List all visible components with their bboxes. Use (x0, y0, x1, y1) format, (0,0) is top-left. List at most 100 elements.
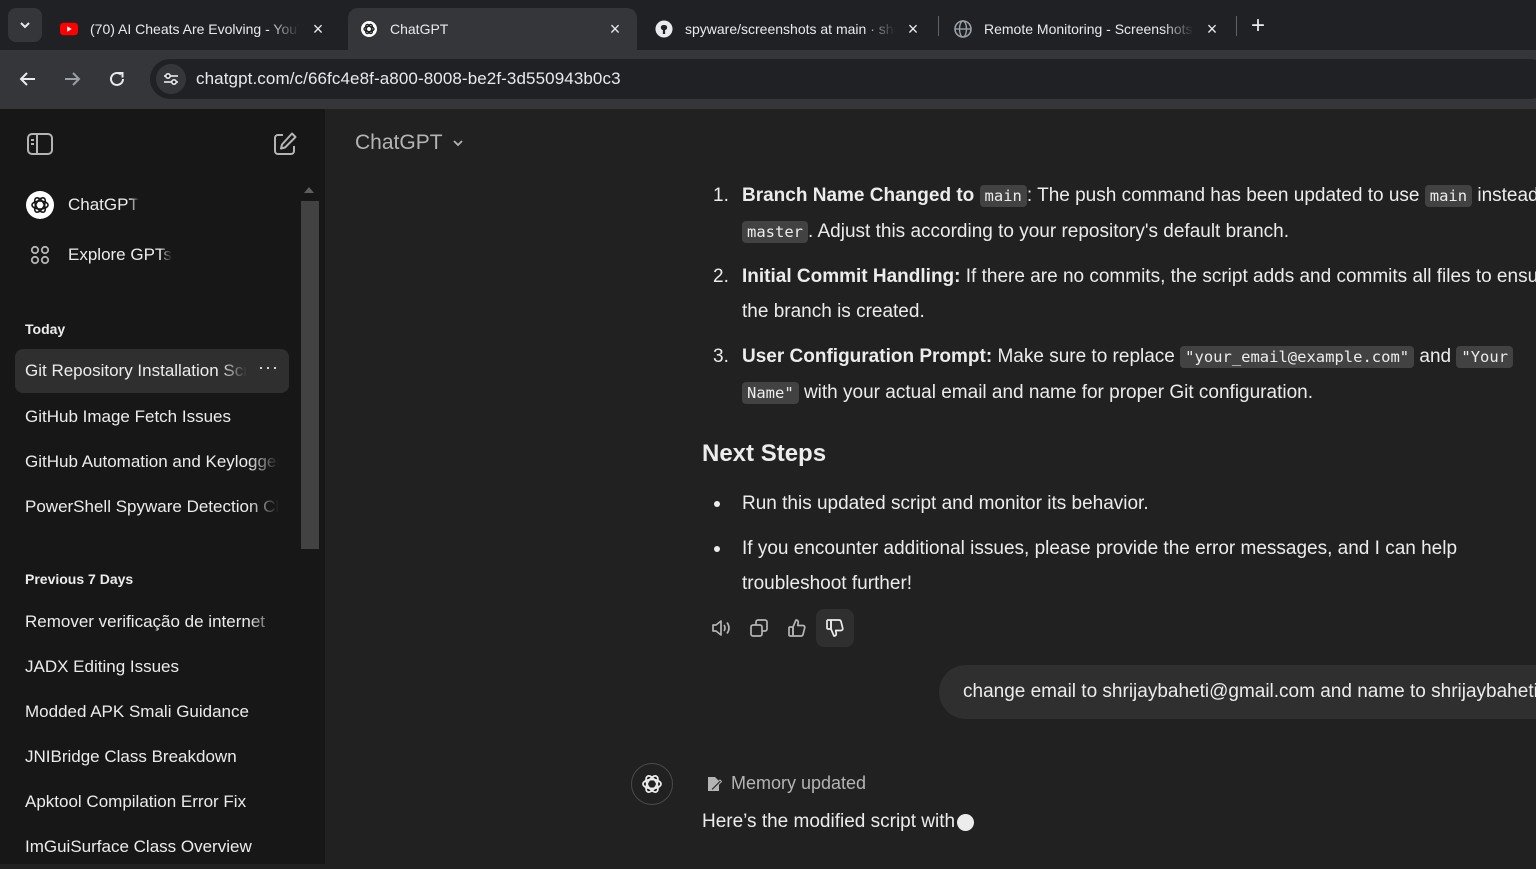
chatgpt-icon (25, 190, 55, 220)
scroll-up-arrow[interactable] (304, 187, 314, 193)
list-line: master. Adjust this according to your re… (742, 214, 1289, 250)
address-bar[interactable]: chatgpt.com/c/66fc4e8f-a800-8008-be2f-3d… (150, 59, 1536, 99)
section-heading: Next Steps (702, 440, 827, 467)
thumbs-down-button[interactable] (816, 609, 854, 647)
tab-close-button[interactable]: × (605, 19, 625, 39)
inline-code: main (1424, 185, 1473, 207)
edit-icon (274, 132, 297, 155)
list-line: Name" with your actual email and name fo… (742, 375, 1313, 411)
assistant-avatar (631, 763, 673, 805)
chat-main: ChatGPT 1. Branch Name Changed to main: … (325, 109, 1536, 864)
message-actions (702, 609, 854, 647)
reload-icon (110, 71, 124, 86)
tab-search-button[interactable] (8, 8, 42, 42)
tab-separator (1236, 16, 1237, 36)
chevron-down-icon (20, 22, 30, 29)
text: the branch is created. (742, 301, 925, 322)
sidebar-scrollbar[interactable] (301, 201, 319, 549)
sidebar-item-label: ChatGPT (68, 195, 139, 214)
sidebar-chat-item[interactable]: GitHub Automation and Keylogger (15, 440, 289, 484)
sidebar-chat-item[interactable]: JNIBridge Class Breakdown (15, 735, 289, 779)
sidebar-chat-item[interactable]: Git Repository Installation Script ··· (15, 349, 289, 393)
chevron-down-icon (452, 140, 463, 147)
tab-close-button[interactable]: × (903, 19, 923, 39)
reload-button[interactable] (100, 62, 134, 96)
sidebar-item-label: GitHub Automation and Keylogger (25, 452, 279, 471)
text: instead of (1477, 185, 1536, 206)
sidebar-chat-item[interactable]: Apktool Compilation Error Fix (15, 780, 289, 824)
copy-button[interactable] (740, 609, 778, 647)
text: Make sure to replace (997, 346, 1175, 367)
section-heading-today: Today (25, 321, 66, 337)
grid-icon (25, 240, 55, 270)
inline-code: "your_email@example.com" (1180, 346, 1415, 368)
copy-icon (750, 619, 768, 637)
sidebar-item-chatgpt[interactable]: ChatGPT (15, 183, 289, 227)
user-message: change email to shrijaybaheti@gmail.com … (939, 665, 1536, 719)
sidebar-chat-item[interactable]: GitHub Image Fetch Issues (15, 395, 289, 439)
sidebar-chat-item[interactable]: Modded APK Smali Guidance (15, 690, 289, 734)
list-number: 2. (713, 266, 729, 287)
bullet-dot (714, 546, 720, 552)
model-label: ChatGPT (355, 131, 443, 154)
tab-title: (70) AI Cheats Are Evolving - YouTube (90, 21, 300, 37)
sidebar-chat-item[interactable]: ImGuiSurface Class Overview (15, 825, 289, 869)
bullet-text: Run this updated script and monitor its … (742, 493, 1149, 514)
new-tab-button[interactable]: + (1244, 12, 1272, 40)
inline-code: "Your (1456, 346, 1514, 368)
thumbs-up-button[interactable] (778, 609, 816, 647)
new-chat-button[interactable] (270, 129, 300, 159)
browser-tab-youtube[interactable]: (70) AI Cheats Are Evolving - YouTube × (48, 8, 340, 50)
tab-close-button[interactable]: × (1202, 19, 1222, 39)
sidebar-chat-item[interactable]: PowerShell Spyware Detection Check (15, 485, 289, 529)
chatgpt-icon (360, 20, 378, 38)
model-selector[interactable]: ChatGPT (355, 131, 465, 155)
tab-title: Remote Monitoring - Screenshots (984, 21, 1193, 37)
youtube-icon (60, 20, 78, 38)
sidebar-item-label: Explore GPTs (68, 245, 172, 264)
sidebar-chat-item[interactable]: JADX Editing Issues (15, 645, 289, 689)
toggle-sidebar-button[interactable] (25, 129, 55, 159)
back-button[interactable] (11, 62, 45, 96)
browser-tab-remote-monitoring[interactable]: Remote Monitoring - Screenshots × (942, 8, 1234, 50)
sidebar-chat-item[interactable]: Remover verificação de internet (15, 600, 289, 644)
tab-title: spyware/screenshots at main · shrijaybah… (685, 21, 895, 37)
chat-options-button[interactable]: ··· (258, 357, 279, 378)
list-line: Initial Commit Handling: If there are no… (742, 259, 1536, 295)
sidebar-item-label: JNIBridge Class Breakdown (25, 747, 237, 766)
sidebar-item-label: GitHub Image Fetch Issues (25, 407, 231, 426)
browser-tab-github[interactable]: spyware/screenshots at main · shrijaybah… (643, 8, 935, 50)
text: with your actual email and name for prop… (803, 382, 1313, 403)
sidebar-item-label: Remover verificação de internet (25, 612, 266, 631)
read-aloud-button[interactable] (702, 609, 740, 647)
tab-close-button[interactable]: × (308, 19, 328, 39)
tune-icon (164, 72, 178, 86)
memory-label: Memory updated (731, 773, 867, 793)
text: . Adjust this according to your reposito… (808, 221, 1289, 242)
speaker-icon (712, 620, 730, 636)
bullet-dot (714, 501, 720, 507)
site-info-button[interactable] (156, 64, 186, 94)
bold-text: User Configuration Prompt: (742, 346, 993, 367)
arrow-right-icon (65, 72, 81, 86)
sidebar-item-explore-gpts[interactable]: Explore GPTs (15, 233, 289, 277)
bold-text: Branch Name Changed to (742, 185, 975, 206)
forward-button[interactable] (55, 62, 89, 96)
thumbs-up-icon (788, 619, 806, 637)
inline-code: master (742, 221, 808, 243)
thumbs-down-icon (826, 619, 844, 637)
text: : The push command has been updated to u… (1026, 185, 1420, 206)
tab-separator (938, 16, 939, 36)
memory-updated-indicator[interactable]: Memory updated (705, 773, 866, 794)
globe-icon (954, 20, 972, 38)
browser-tabstrip: (70) AI Cheats Are Evolving - YouTube × … (0, 0, 1536, 50)
text: and (1419, 346, 1452, 367)
arrow-left-icon (19, 72, 35, 86)
sidebar-item-label: Apktool Compilation Error Fix (25, 792, 247, 811)
memory-icon (708, 776, 723, 791)
chatgpt-icon (642, 775, 662, 793)
sidebar-item-label: JADX Editing Issues (25, 657, 180, 676)
sidebar-item-label: PowerShell Spyware Detection Check (25, 497, 279, 516)
list-number: 3. (713, 346, 729, 367)
browser-tab-chatgpt[interactable]: ChatGPT × (348, 8, 637, 50)
